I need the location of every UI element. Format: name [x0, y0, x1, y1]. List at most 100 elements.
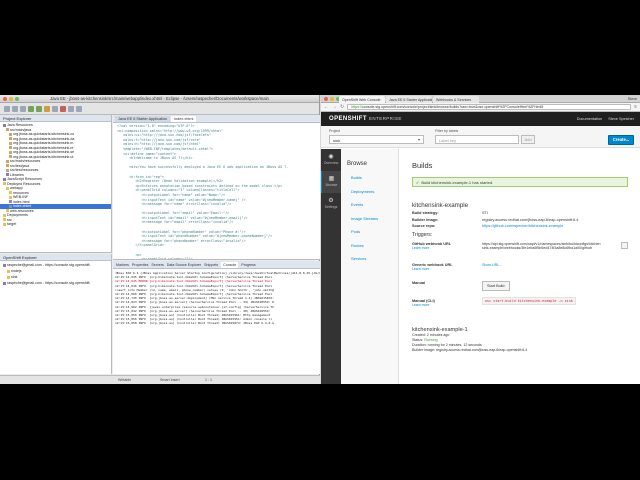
- detail-row: Build strategy: STI: [412, 211, 628, 216]
- package-icon: [6, 164, 9, 168]
- folder-icon: [6, 209, 9, 213]
- browser-tab-web-console[interactable]: OpenShift Web Console: [339, 96, 385, 103]
- detail-row: Source repo: https://github.com/rspecher/…: [412, 224, 628, 229]
- browser-close-button[interactable]: [324, 97, 328, 101]
- connection-icon: [3, 263, 6, 267]
- console-view: Markers Properties Servers Data Source Expl…: [113, 261, 320, 374]
- subnav-item[interactable]: Pods: [341, 225, 398, 239]
- code-area[interactable]: <?xml version="1.0" encoding="UTF-8"?> <u…: [113, 123, 320, 259]
- nav-item-overview[interactable]: ◉ Overview: [321, 149, 341, 171]
- learn-more-link-generic[interactable]: Learn more: [412, 267, 628, 271]
- folder-icon: [9, 195, 12, 199]
- folder-icon: [6, 186, 9, 190]
- subnav-item[interactable]: Routes: [341, 239, 398, 253]
- start-build-button[interactable]: Start Build: [482, 280, 510, 292]
- back-arrow-icon[interactable]: ←: [324, 104, 329, 110]
- back-icon[interactable]: [68, 105, 74, 112]
- debug-icon[interactable]: [36, 105, 42, 112]
- status-insert-mode: Smart Insert: [160, 378, 180, 382]
- subnav-item[interactable]: Services: [341, 252, 398, 266]
- browser-window: OpenShift Web Console Java EE 6 Starter …: [321, 95, 640, 384]
- browser-tabbar: OpenShift Web Console Java EE 6 Starter …: [321, 95, 640, 103]
- package-icon: [6, 159, 9, 163]
- console-tab[interactable]: Markers: [116, 263, 129, 267]
- project-icon: [7, 275, 10, 279]
- eclipse-statusbar: Writable Smart Insert 1 : 1: [0, 375, 320, 384]
- create-button[interactable]: Create...: [608, 135, 634, 145]
- show-url-link[interactable]: Show URL...: [482, 263, 612, 268]
- add-filter-button[interactable]: Add: [521, 135, 535, 144]
- server-icon[interactable]: [44, 105, 50, 112]
- run-icon[interactable]: [28, 105, 34, 112]
- tree-item[interactable]: target: [0, 222, 111, 227]
- code-editor: Java EE 6 Starter Application index.xhtm…: [113, 115, 320, 260]
- page-title: Builds: [412, 161, 433, 170]
- stop-icon[interactable]: [60, 105, 66, 112]
- openshift-logo[interactable]: OPENSHIFT ENTERPRISE: [329, 116, 402, 122]
- detail-value: STI: [482, 211, 488, 215]
- browser-tab-starter-app[interactable]: Java EE 6 Starter Application: [386, 96, 432, 103]
- subnav-item[interactable]: Deployments: [341, 185, 398, 199]
- editor-tab-starter[interactable]: Java EE 6 Starter Application: [115, 116, 171, 122]
- folder-icon: [3, 213, 6, 217]
- browser-tab-webhooks[interactable]: Webhooks & Services: [433, 96, 479, 103]
- cli-command[interactable]: osc start-build kitchensink-example -n s…: [482, 296, 576, 305]
- console-tab[interactable]: Progress: [241, 263, 255, 267]
- project-select[interactable]: sink ▾: [329, 135, 424, 144]
- label-key-input[interactable]: Label key: [435, 135, 519, 144]
- forward-icon[interactable]: [76, 105, 82, 112]
- builds-page: Builds ✓ Build kitchensink-example-1 has …: [400, 149, 640, 384]
- print-icon[interactable]: [20, 105, 26, 112]
- forward-arrow-icon[interactable]: →: [332, 104, 337, 110]
- nav-item-browse[interactable]: ▦ Browse: [321, 171, 341, 193]
- menu-icon[interactable]: ≡: [634, 104, 637, 110]
- build-config-name[interactable]: kitchensink-example: [412, 202, 628, 209]
- save-icon[interactable]: [12, 105, 18, 112]
- detail-value[interactable]: https://github.com/rspecher/kitchensink-…: [482, 224, 563, 229]
- subnav-item[interactable]: Builds: [341, 171, 398, 185]
- package-icon: [9, 155, 12, 159]
- user-menu[interactable]: Steve Speicher: [608, 117, 634, 121]
- openshift-tree-item[interactable]: raspeche@gmail.com - https://console.stg…: [0, 280, 111, 286]
- documentation-link[interactable]: Documentation: [577, 117, 603, 121]
- search-icon[interactable]: [52, 105, 58, 112]
- build-status: Created: 2 minutes ago Status: Running Dur…: [412, 333, 628, 353]
- detail-key: Build strategy:: [412, 211, 439, 215]
- editor-tab-index-xhtml[interactable]: index.xhtml: [171, 116, 197, 122]
- browse-icon: ▦: [328, 176, 335, 182]
- new-icon[interactable]: [4, 105, 10, 112]
- browser-minimize-button[interactable]: [330, 97, 334, 101]
- console-tab[interactable]: Console: [221, 261, 239, 268]
- file-icon: [9, 200, 12, 204]
- console-tabs: Markers Properties Servers Data Source Expl…: [113, 261, 320, 269]
- package-icon: [9, 146, 12, 150]
- package-icon: [9, 137, 12, 141]
- console-tab[interactable]: Properties: [132, 263, 148, 267]
- console-tab[interactable]: Snippets: [204, 263, 218, 267]
- build-status-key: Created:: [412, 332, 426, 337]
- console-tab[interactable]: Servers: [151, 263, 163, 267]
- nav-item-settings[interactable]: ⚙ Settings: [321, 193, 341, 215]
- openshift-explorer-tab[interactable]: OpenShift Explorer: [0, 254, 111, 261]
- nav-item-label: Browse: [325, 183, 338, 187]
- build-status-key: Duration:: [412, 342, 427, 347]
- library-icon: [3, 177, 6, 181]
- subnav-item[interactable]: Events: [341, 198, 398, 212]
- project-explorer-tab[interactable]: Project Explorer: [0, 115, 111, 122]
- file-icon: [9, 204, 12, 208]
- openshift-tree: raspeche@gmail.com - https://console.stg…: [0, 261, 111, 287]
- subnav-item[interactable]: Image Streams: [341, 212, 398, 226]
- copy-icon[interactable]: [621, 241, 628, 249]
- package-icon: [9, 141, 12, 145]
- generic-webhook-row: Generic webhook URL Learn more Show URL.…: [412, 263, 628, 277]
- build-status-value: running for 2 minutes, 12 seconds: [427, 342, 482, 347]
- github-webhook-url[interactable]: https://api.stg.openshift.com/oapi/v1/na…: [482, 242, 602, 251]
- subnav-list: Builds Deployments Events Image Streams Pods…: [341, 171, 398, 266]
- browser-profile[interactable]: Steve: [628, 97, 637, 101]
- filter-bar: Project sink ▾ Filter by labels Label key…: [321, 126, 640, 148]
- address-bar[interactable]: https://console.stg.openshift.com/consol…: [347, 104, 632, 110]
- connection-icon: [3, 281, 6, 285]
- reload-icon[interactable]: ↻: [340, 104, 344, 110]
- project-select-value: sink: [333, 137, 341, 143]
- console-tab[interactable]: Data Source Explorer: [167, 263, 201, 267]
